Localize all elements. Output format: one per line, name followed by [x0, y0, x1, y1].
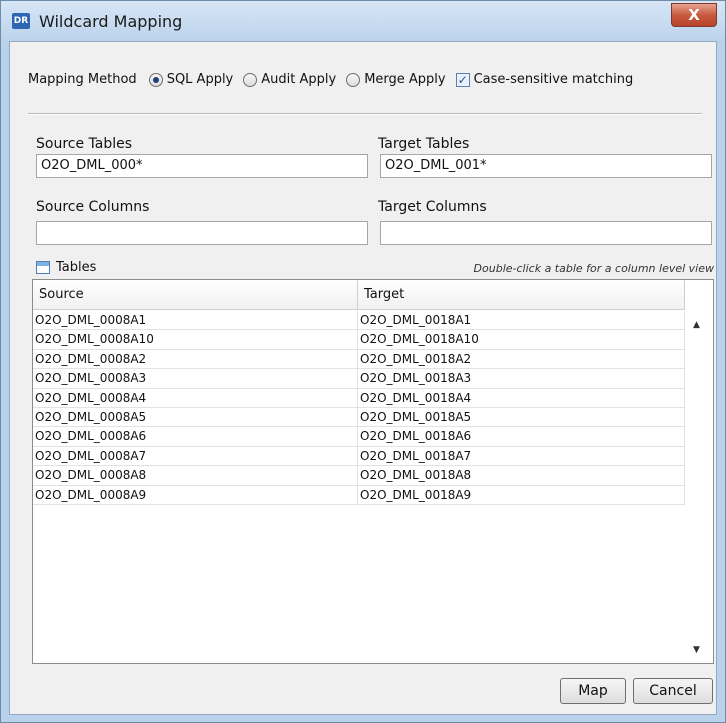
- mapping-method-row: Mapping Method SQL Apply Audit Apply Mer…: [28, 72, 633, 87]
- separator: [28, 113, 702, 115]
- sql-apply-label[interactable]: SQL Apply: [167, 72, 234, 87]
- source-cell[interactable]: O2O_DML_0008A2: [33, 349, 358, 370]
- tables-section-header: Tables: [36, 260, 96, 275]
- target-columns-input[interactable]: [380, 221, 712, 245]
- source-columns-label: Source Columns: [36, 199, 150, 215]
- table-rows: O2O_DML_0008A1 O2O_DML_0018A1 O2O_DML_000…: [33, 311, 685, 505]
- target-tables-label: Target Tables: [378, 136, 470, 152]
- table-row[interactable]: O2O_DML_0008A6 O2O_DML_0018A6: [33, 427, 685, 447]
- source-cell[interactable]: O2O_DML_0008A7: [33, 446, 358, 467]
- column-header-target[interactable]: Target: [358, 280, 685, 310]
- mapping-method-label: Mapping Method: [28, 72, 137, 87]
- audit-apply-label[interactable]: Audit Apply: [261, 72, 336, 87]
- dialog-body: Mapping Method SQL Apply Audit Apply Mer…: [9, 41, 717, 715]
- window-title: Wildcard Mapping: [39, 12, 183, 31]
- target-cell[interactable]: O2O_DML_0018A6: [358, 427, 685, 447]
- close-button[interactable]: X: [671, 3, 717, 27]
- audit-apply-radio[interactable]: [243, 72, 258, 87]
- map-button[interactable]: Map: [560, 678, 626, 704]
- source-tables-input[interactable]: O2O_DML_000*: [36, 154, 368, 178]
- scroll-down-icon[interactable]: ▼: [693, 645, 700, 655]
- case-sensitive-label[interactable]: Case-sensitive matching: [474, 72, 634, 87]
- column-header-source-label: Source: [39, 287, 84, 302]
- target-cell[interactable]: O2O_DML_0018A7: [358, 446, 685, 467]
- table-row[interactable]: O2O_DML_0008A2 O2O_DML_0018A2: [33, 349, 685, 370]
- table-row[interactable]: O2O_DML_0008A1 O2O_DML_0018A1: [33, 311, 685, 331]
- table-row[interactable]: O2O_DML_0008A5 O2O_DML_0018A5: [33, 407, 685, 428]
- target-cell[interactable]: O2O_DML_0018A3: [358, 369, 685, 389]
- target-cell[interactable]: O2O_DML_0018A5: [358, 407, 685, 428]
- table-row[interactable]: O2O_DML_0008A8 O2O_DML_0018A8: [33, 466, 685, 486]
- source-tables-label: Source Tables: [36, 136, 133, 152]
- source-cell[interactable]: O2O_DML_0008A6: [33, 427, 358, 447]
- source-columns-input[interactable]: [36, 221, 368, 245]
- sql-apply-radio[interactable]: [148, 72, 163, 87]
- tables-hint: Double-click a table for a column level …: [473, 262, 714, 275]
- scroll-up-icon[interactable]: ▲: [693, 320, 700, 330]
- source-cell[interactable]: O2O_DML_0008A9: [33, 485, 358, 505]
- cancel-button[interactable]: Cancel: [633, 678, 713, 704]
- merge-apply-radio[interactable]: [346, 72, 361, 87]
- app-icon: DR: [12, 13, 30, 29]
- table-row[interactable]: O2O_DML_0008A4 O2O_DML_0018A4: [33, 388, 685, 408]
- column-header-source[interactable]: Source: [33, 280, 358, 310]
- source-cell[interactable]: O2O_DML_0008A5: [33, 407, 358, 428]
- target-columns-label: Target Columns: [378, 199, 487, 215]
- source-cell[interactable]: O2O_DML_0008A4: [33, 388, 358, 408]
- table-row[interactable]: O2O_DML_0008A9 O2O_DML_0018A9: [33, 485, 685, 505]
- merge-apply-label[interactable]: Merge Apply: [364, 72, 445, 87]
- source-cell[interactable]: O2O_DML_0008A3: [33, 369, 358, 389]
- table-row[interactable]: O2O_DML_0008A3 O2O_DML_0018A3: [33, 369, 685, 389]
- target-cell[interactable]: O2O_DML_0018A8: [358, 466, 685, 486]
- target-cell[interactable]: O2O_DML_0018A2: [358, 349, 685, 370]
- column-header-target-label: Target: [364, 287, 405, 302]
- table-row[interactable]: O2O_DML_0008A7 O2O_DML_0018A7: [33, 446, 685, 467]
- source-cell[interactable]: O2O_DML_0008A10: [33, 330, 358, 350]
- tables-grid[interactable]: Source Target O2O_DML_0008A1 O2O_DML_0018…: [32, 279, 714, 664]
- tables-title: Tables: [56, 260, 97, 275]
- table-icon: [36, 261, 50, 274]
- target-cell[interactable]: O2O_DML_0018A1: [358, 311, 685, 331]
- source-cell[interactable]: O2O_DML_0008A1: [33, 311, 358, 331]
- case-sensitive-checkbox[interactable]: ✓: [455, 72, 470, 87]
- target-cell[interactable]: O2O_DML_0018A9: [358, 485, 685, 505]
- target-cell[interactable]: O2O_DML_0018A4: [358, 388, 685, 408]
- target-cell[interactable]: O2O_DML_0018A10: [358, 330, 685, 350]
- vertical-scrollbar[interactable]: ▲ ▼: [685, 310, 713, 663]
- table-row[interactable]: O2O_DML_0008A10 O2O_DML_0018A10: [33, 330, 685, 350]
- title-bar[interactable]: DR Wildcard Mapping X: [1, 1, 725, 41]
- source-cell[interactable]: O2O_DML_0008A8: [33, 466, 358, 486]
- wildcard-mapping-dialog: DR Wildcard Mapping X Mapping Method SQL…: [0, 0, 726, 723]
- target-tables-input[interactable]: O2O_DML_001*: [380, 154, 712, 178]
